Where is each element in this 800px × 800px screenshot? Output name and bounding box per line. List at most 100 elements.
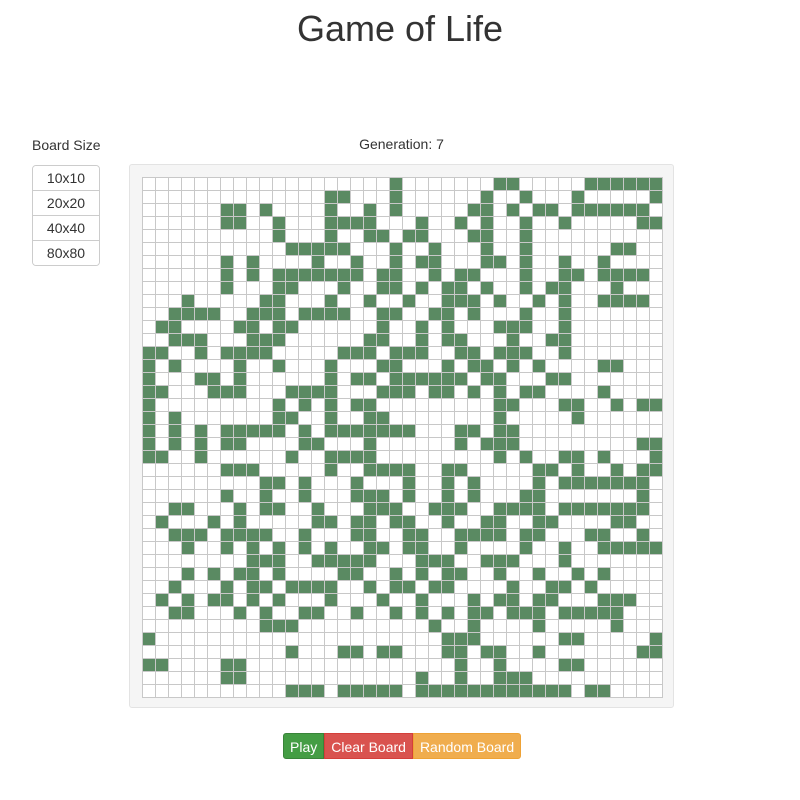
cell-dead[interactable] xyxy=(390,620,403,633)
cell-dead[interactable] xyxy=(234,243,247,256)
cell-alive[interactable] xyxy=(273,568,286,581)
cell-alive[interactable] xyxy=(520,607,533,620)
cell-dead[interactable] xyxy=(494,191,507,204)
cell-alive[interactable] xyxy=(468,295,481,308)
cell-alive[interactable] xyxy=(494,529,507,542)
cell-alive[interactable] xyxy=(442,581,455,594)
cell-dead[interactable] xyxy=(429,516,442,529)
cell-alive[interactable] xyxy=(494,347,507,360)
cell-alive[interactable] xyxy=(169,529,182,542)
cell-alive[interactable] xyxy=(403,581,416,594)
cell-dead[interactable] xyxy=(260,373,273,386)
cell-dead[interactable] xyxy=(221,321,234,334)
cell-dead[interactable] xyxy=(377,243,390,256)
cell-dead[interactable] xyxy=(403,503,416,516)
cell-dead[interactable] xyxy=(247,386,260,399)
cell-alive[interactable] xyxy=(598,360,611,373)
cell-dead[interactable] xyxy=(312,568,325,581)
cell-alive[interactable] xyxy=(429,243,442,256)
cell-dead[interactable] xyxy=(481,633,494,646)
cell-dead[interactable] xyxy=(637,386,650,399)
cell-alive[interactable] xyxy=(494,646,507,659)
cell-alive[interactable] xyxy=(481,360,494,373)
cell-dead[interactable] xyxy=(468,581,481,594)
cell-dead[interactable] xyxy=(585,464,598,477)
cell-dead[interactable] xyxy=(624,191,637,204)
cell-dead[interactable] xyxy=(312,360,325,373)
cell-dead[interactable] xyxy=(403,217,416,230)
cell-dead[interactable] xyxy=(338,178,351,191)
cell-dead[interactable] xyxy=(351,412,364,425)
cell-dead[interactable] xyxy=(299,451,312,464)
cell-dead[interactable] xyxy=(286,191,299,204)
cell-alive[interactable] xyxy=(481,373,494,386)
cell-dead[interactable] xyxy=(520,620,533,633)
cell-alive[interactable] xyxy=(507,503,520,516)
cell-dead[interactable] xyxy=(429,477,442,490)
cell-alive[interactable] xyxy=(325,191,338,204)
cell-dead[interactable] xyxy=(377,347,390,360)
cell-dead[interactable] xyxy=(156,425,169,438)
cell-dead[interactable] xyxy=(312,490,325,503)
cell-alive[interactable] xyxy=(169,607,182,620)
cell-alive[interactable] xyxy=(455,464,468,477)
cell-dead[interactable] xyxy=(260,217,273,230)
cell-alive[interactable] xyxy=(234,503,247,516)
cell-dead[interactable] xyxy=(312,594,325,607)
cell-dead[interactable] xyxy=(533,633,546,646)
cell-dead[interactable] xyxy=(533,308,546,321)
cell-alive[interactable] xyxy=(195,451,208,464)
cell-dead[interactable] xyxy=(390,399,403,412)
cell-alive[interactable] xyxy=(520,243,533,256)
cell-dead[interactable] xyxy=(520,295,533,308)
cell-alive[interactable] xyxy=(403,347,416,360)
cell-alive[interactable] xyxy=(403,490,416,503)
cell-dead[interactable] xyxy=(611,256,624,269)
cell-dead[interactable] xyxy=(377,256,390,269)
cell-alive[interactable] xyxy=(533,490,546,503)
cell-dead[interactable] xyxy=(533,230,546,243)
cell-dead[interactable] xyxy=(364,659,377,672)
cell-alive[interactable] xyxy=(247,334,260,347)
cell-dead[interactable] xyxy=(143,295,156,308)
cell-dead[interactable] xyxy=(182,438,195,451)
cell-alive[interactable] xyxy=(572,191,585,204)
cell-alive[interactable] xyxy=(234,373,247,386)
cell-alive[interactable] xyxy=(325,581,338,594)
cell-alive[interactable] xyxy=(624,542,637,555)
cell-dead[interactable] xyxy=(377,607,390,620)
cell-alive[interactable] xyxy=(637,529,650,542)
cell-alive[interactable] xyxy=(247,542,260,555)
cell-dead[interactable] xyxy=(247,659,260,672)
cell-alive[interactable] xyxy=(624,243,637,256)
cell-dead[interactable] xyxy=(143,464,156,477)
cell-alive[interactable] xyxy=(559,334,572,347)
cell-dead[interactable] xyxy=(143,204,156,217)
cell-dead[interactable] xyxy=(273,646,286,659)
cell-dead[interactable] xyxy=(156,477,169,490)
cell-alive[interactable] xyxy=(520,490,533,503)
cell-dead[interactable] xyxy=(585,555,598,568)
cell-alive[interactable] xyxy=(507,178,520,191)
cell-alive[interactable] xyxy=(156,659,169,672)
cell-dead[interactable] xyxy=(312,230,325,243)
cell-dead[interactable] xyxy=(403,282,416,295)
cell-alive[interactable] xyxy=(260,204,273,217)
cell-alive[interactable] xyxy=(390,256,403,269)
cell-alive[interactable] xyxy=(312,256,325,269)
cell-alive[interactable] xyxy=(325,308,338,321)
cell-alive[interactable] xyxy=(182,568,195,581)
cell-dead[interactable] xyxy=(429,191,442,204)
cell-alive[interactable] xyxy=(390,347,403,360)
cell-alive[interactable] xyxy=(429,620,442,633)
cell-alive[interactable] xyxy=(169,412,182,425)
cell-dead[interactable] xyxy=(195,607,208,620)
cell-dead[interactable] xyxy=(546,347,559,360)
cell-dead[interactable] xyxy=(416,360,429,373)
cell-dead[interactable] xyxy=(533,542,546,555)
cell-dead[interactable] xyxy=(546,321,559,334)
cell-dead[interactable] xyxy=(299,204,312,217)
cell-dead[interactable] xyxy=(364,282,377,295)
cell-dead[interactable] xyxy=(195,685,208,698)
cell-dead[interactable] xyxy=(351,334,364,347)
